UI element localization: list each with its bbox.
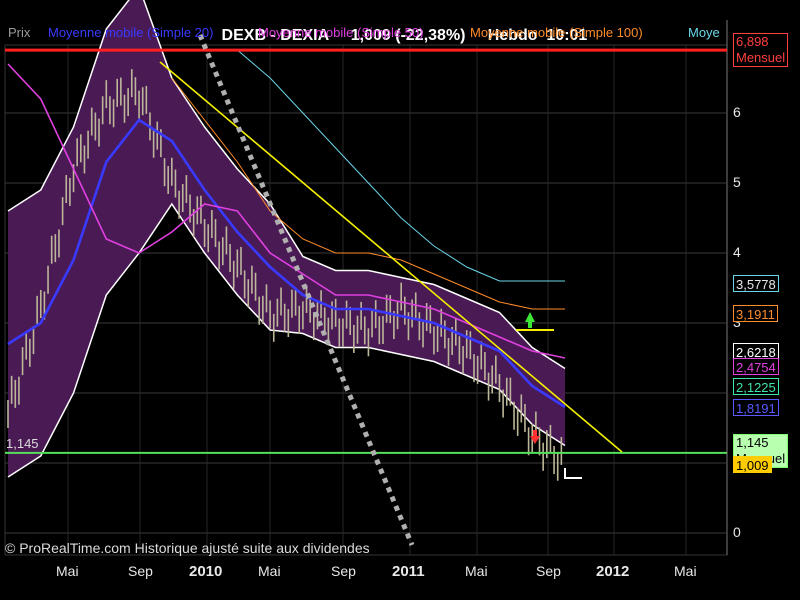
badge-value: 3,1911 (736, 307, 775, 322)
price-badge: 3,1911 (733, 305, 778, 322)
badge-value: 6,898 (736, 34, 769, 49)
x-tick-label: Sep (128, 563, 153, 579)
badge-value: 3,5778 (736, 277, 776, 292)
badge-value: 1,8191 (736, 401, 776, 416)
y-tick-label: 6 (733, 104, 741, 120)
x-tick-label: 2010 (189, 563, 223, 580)
price-badge: 3,5778 (733, 275, 779, 292)
price-badge: 6,898 Mensuel (733, 33, 789, 67)
y-tick-label: 0 (733, 524, 741, 540)
hline-left-label: 1,145 (6, 436, 39, 451)
x-tick-label: Mai (674, 563, 697, 579)
legend-item: Moyenne mobile (Simple 100) (470, 25, 643, 40)
price-badge: 2,4754 (733, 358, 779, 375)
x-tick-label: 2011 (392, 563, 425, 580)
x-tick-label: Sep (331, 563, 356, 579)
price-badge: 1,8191 (733, 399, 779, 416)
x-tick-label: Mai (465, 563, 488, 579)
badge-value: 1,145 (736, 435, 769, 450)
x-tick-label: Mai (56, 563, 79, 579)
badge-value: 2,4754 (736, 360, 776, 375)
legend-item: Moye (688, 25, 720, 40)
legend-item: Moyenne mobile (Simple 50) (258, 25, 424, 40)
x-tick-label: 2012 (596, 563, 630, 580)
y-tick-label: 5 (733, 174, 741, 190)
arrow-up-icon (525, 312, 535, 328)
marker-bracket (564, 468, 582, 479)
price-badge: 1,009 (733, 456, 772, 473)
badge-value: 2,1225 (736, 380, 776, 395)
x-tick-label: Sep (536, 563, 561, 579)
y-tick-label: 4 (733, 244, 741, 260)
badge-value: 1,009 (736, 458, 769, 473)
price-chart[interactable] (0, 0, 800, 600)
x-tick-label: Mai (258, 563, 281, 579)
footer-note: © ProRealTime.com Historique ajusté suit… (5, 540, 370, 556)
legend-item: Prix (8, 25, 31, 40)
badge-sub: Mensuel (736, 50, 786, 65)
legend-item: Moyenne mobile (Simple 20) (48, 25, 214, 40)
price-badge: 2,1225 (733, 378, 779, 395)
